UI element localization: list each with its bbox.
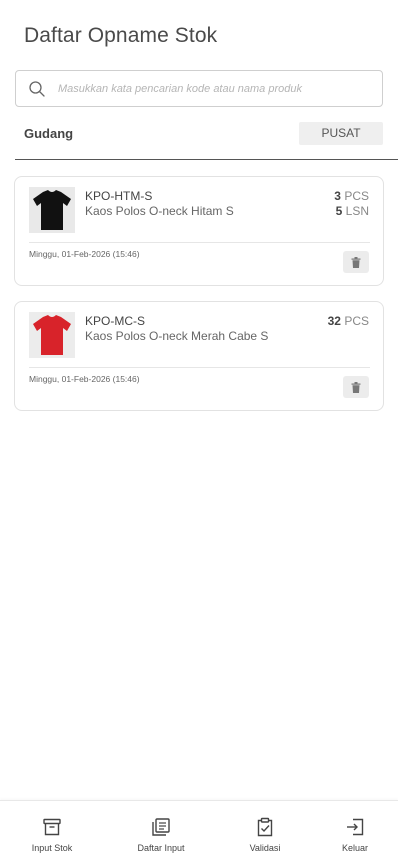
- search-box[interactable]: [15, 70, 383, 107]
- timestamp: Minggu, 01-Feb-2026 (15:46): [29, 374, 140, 384]
- nav-label: Daftar Input: [137, 843, 185, 853]
- clipboard-check-icon: [257, 817, 273, 837]
- quantity: 3 PCS: [334, 189, 369, 203]
- product-code: KPO-MC-S: [85, 314, 145, 328]
- product-name: Kaos Polos O-neck Hitam S: [85, 204, 234, 218]
- product-image: [29, 187, 75, 233]
- product-code: KPO-HTM-S: [85, 189, 153, 203]
- list-icon: [152, 818, 170, 836]
- nav-validasi[interactable]: Validasi: [240, 801, 290, 865]
- delete-button[interactable]: [343, 376, 369, 398]
- nav-keluar[interactable]: Keluar: [331, 801, 379, 865]
- card-divider: [29, 367, 370, 368]
- archive-icon: [43, 818, 61, 836]
- delete-button[interactable]: [343, 251, 369, 273]
- divider: [15, 159, 398, 160]
- stock-card[interactable]: KPO-MC-S Kaos Polos O-neck Merah Cabe S …: [14, 301, 384, 411]
- quantity: 32 PCS: [327, 314, 369, 328]
- nav-label: Keluar: [341, 843, 368, 853]
- stock-card[interactable]: KPO-HTM-S Kaos Polos O-neck Hitam S 3 PC…: [14, 176, 384, 286]
- card-divider: [29, 242, 370, 243]
- trash-icon: [351, 381, 361, 393]
- nav-input-stok[interactable]: Input Stok: [22, 801, 82, 865]
- quantity: 5 LSN: [335, 204, 369, 218]
- timestamp: Minggu, 01-Feb-2026 (15:46): [29, 249, 140, 259]
- nav-label: Validasi: [249, 843, 281, 853]
- search-icon: [28, 80, 46, 98]
- page-title: Daftar Opname Stok: [24, 24, 218, 47]
- search-input[interactable]: [58, 71, 373, 106]
- nav-label: Input Stok: [31, 843, 73, 853]
- bottom-nav: Input Stok Daftar Input Validasi Keluar: [0, 800, 398, 865]
- logout-icon: [347, 818, 364, 836]
- warehouse-select[interactable]: PUSAT: [299, 122, 383, 145]
- trash-icon: [351, 256, 361, 268]
- warehouse-label: Gudang: [24, 126, 74, 141]
- product-name: Kaos Polos O-neck Merah Cabe S: [85, 329, 269, 343]
- product-image: [29, 312, 75, 358]
- nav-daftar-input[interactable]: Daftar Input: [126, 801, 196, 865]
